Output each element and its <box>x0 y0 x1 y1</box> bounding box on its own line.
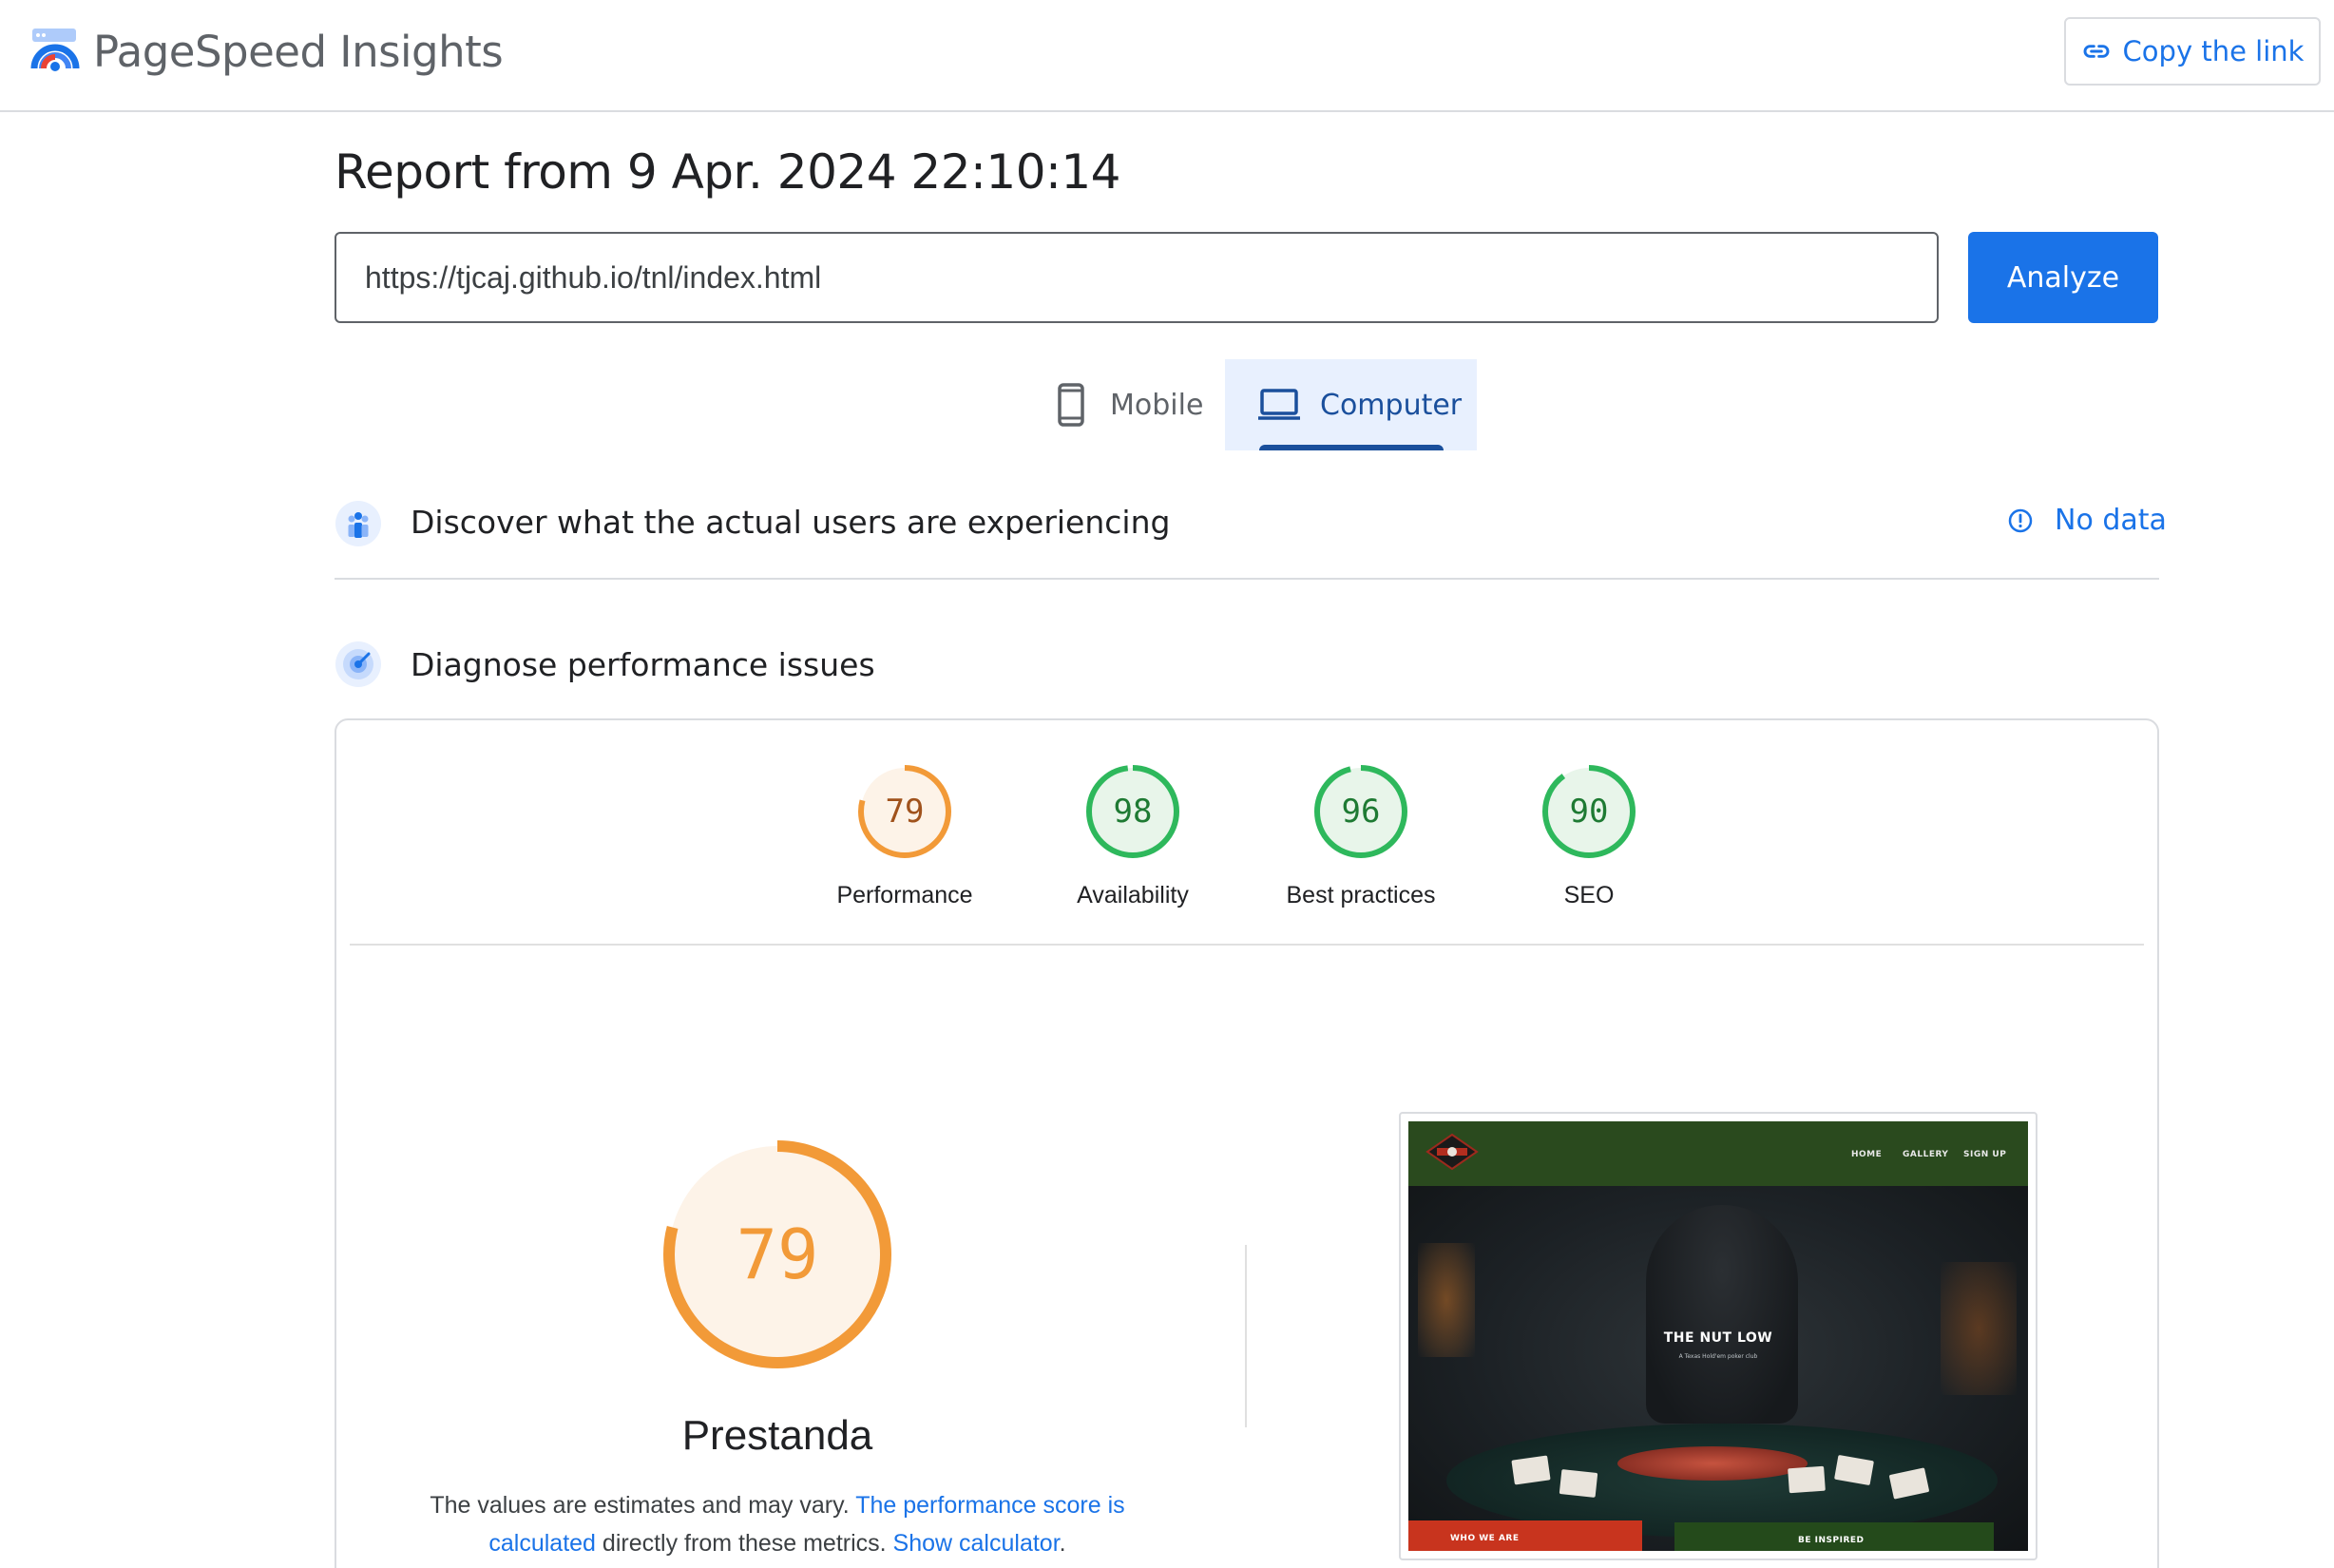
performance-big-score: 79 <box>736 1214 819 1294</box>
preview-card <box>1511 1455 1551 1485</box>
best-practices-score: 96 <box>1341 793 1381 831</box>
preview-nav-signup: SIGN UP <box>1963 1150 2007 1159</box>
preview-card <box>1559 1469 1598 1498</box>
preview-navbar: HOME GALLERY SIGN UP <box>1408 1121 2028 1186</box>
laptop-icon <box>1258 389 1300 420</box>
preview-hero <box>1408 1186 2028 1551</box>
vertical-divider <box>1245 1245 1247 1427</box>
tab-mobile[interactable]: Mobile <box>1036 359 1226 450</box>
preview-lamp-glow-right <box>1941 1262 2017 1395</box>
preview-nav-gallery: GALLERY <box>1903 1150 1949 1159</box>
preview-band-right-label: BE INSPIRED <box>1798 1536 1865 1545</box>
pagespeed-logo-icon[interactable] <box>30 27 80 74</box>
preview-card <box>1788 1465 1826 1494</box>
performance-label: Performance <box>836 882 973 908</box>
best-practices-label: Best practices <box>1286 882 1436 908</box>
availability-label: Availability <box>1077 882 1189 908</box>
tab-mobile-label: Mobile <box>1110 388 1204 422</box>
section-divider <box>335 578 2159 580</box>
performance-score: 79 <box>885 793 925 831</box>
active-tab-indicator <box>1259 445 1444 450</box>
preview-player-figure <box>1646 1205 1798 1424</box>
preview-hero-title: THE NUT LOW <box>1663 1330 1773 1346</box>
info-icon <box>2008 508 2033 532</box>
users-icon <box>335 501 381 546</box>
preview-band-who-we-are: WHO WE ARE <box>1408 1520 1642 1551</box>
no-data-label: No data <box>2055 504 2167 537</box>
diagnose-icon <box>335 641 381 687</box>
page-screenshot: HOME GALLERY SIGN UP THE NUT LOW A Texas… <box>1408 1121 2028 1551</box>
copy-link-label: Copy the link <box>2122 35 2305 67</box>
copy-link-button[interactable]: Copy the link <box>2064 17 2321 86</box>
link-icon <box>2083 45 2109 58</box>
no-data-link[interactable]: No data <box>2007 504 2167 537</box>
top-bar: PageSpeed Insights Copy the link <box>0 0 2334 112</box>
seo-score: 90 <box>1569 793 1609 831</box>
performance-title: Prestanda <box>681 1412 873 1459</box>
preview-hero-subtitle: A Texas Hold'em poker club <box>1678 1353 1758 1360</box>
performance-note: The values are estimates and may vary. T… <box>409 1486 1146 1562</box>
preview-chip-stack <box>1617 1446 1808 1481</box>
availability-score: 98 <box>1113 793 1153 831</box>
tab-computer-label: Computer <box>1320 388 1463 422</box>
card-divider <box>350 944 2144 946</box>
app-title: PageSpeed Insights <box>93 27 504 77</box>
preview-band-left-label: WHO WE ARE <box>1450 1534 1520 1543</box>
show-calculator-link[interactable]: Show calculator <box>893 1530 1060 1557</box>
report-title: Report from 9 Apr. 2024 22:10:14 <box>335 144 1121 200</box>
analyze-button[interactable]: Analyze <box>1968 232 2158 323</box>
url-input[interactable] <box>335 232 1939 323</box>
note-prefix: The values are estimates and may vary. <box>430 1492 856 1519</box>
preview-nav-home: HOME <box>1851 1150 1883 1159</box>
tab-computer[interactable]: Computer <box>1225 359 1477 450</box>
preview-band-be-inspired: BE INSPIRED <box>1674 1522 1994 1551</box>
smartphone-icon <box>1058 383 1084 427</box>
diagnose-title: Diagnose performance issues <box>411 646 875 683</box>
note-suffix: . <box>1059 1530 1066 1557</box>
field-data-title: Discover what the actual users are exper… <box>411 504 1171 541</box>
note-middle: directly from these metrics. <box>595 1530 893 1557</box>
seo-label: SEO <box>1563 882 1615 908</box>
preview-logo-icon <box>1425 1133 1479 1171</box>
